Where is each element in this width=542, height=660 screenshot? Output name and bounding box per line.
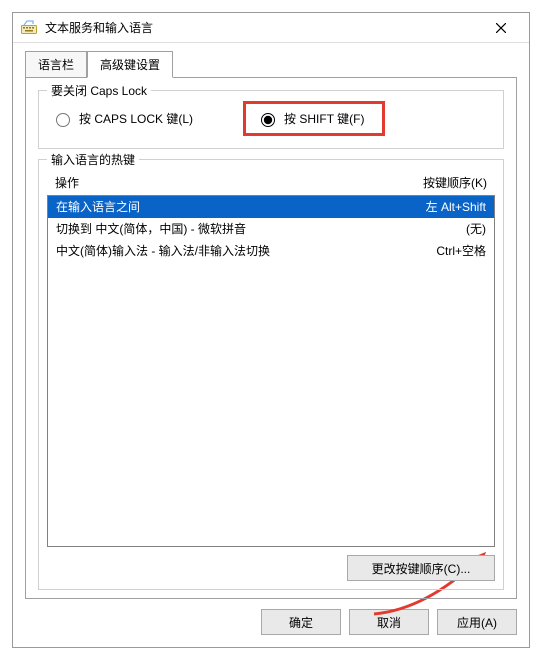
tab-advanced-keys[interactable]: 高级键设置 [87, 51, 173, 78]
cancel-button[interactable]: 取消 [349, 609, 429, 635]
radio-shift-input[interactable] [261, 113, 275, 127]
list-item[interactable]: 在输入语言之间 左 Alt+Shift [48, 196, 494, 218]
tab-panel-advanced: 要关闭 Caps Lock 按 CAPS LOCK 键(L) 按 SHIFT 键… [25, 77, 517, 599]
radio-capslock-label: 按 CAPS LOCK 键(L) [79, 110, 193, 127]
change-key-sequence-button[interactable]: 更改按键顺序(C)... [347, 555, 495, 581]
hotkey-listbox[interactable]: 在输入语言之间 左 Alt+Shift 切换到 中文(简体，中国) - 微软拼音… [47, 195, 495, 547]
apply-button[interactable]: 应用(A) [437, 609, 517, 635]
dialog-button-row: 确定 取消 应用(A) [13, 599, 529, 647]
change-seq-row: 更改按键顺序(C)... [47, 555, 495, 581]
close-button[interactable] [481, 13, 521, 42]
list-item-action: 中文(简体)输入法 - 输入法/非输入法切换 [56, 242, 396, 260]
radio-capslock-input[interactable] [56, 113, 70, 127]
col-header-action: 操作 [55, 174, 397, 191]
titlebar: 文本服务和输入语言 [13, 13, 529, 43]
radio-press-shift[interactable]: 按 SHIFT 键(F) [243, 101, 385, 136]
list-item[interactable]: 中文(简体)输入法 - 输入法/非输入法切换 Ctrl+空格 [48, 240, 494, 262]
keyboard-icon [21, 20, 37, 36]
list-item-keys: Ctrl+空格 [396, 242, 486, 260]
hotkey-list-header: 操作 按键顺序(K) [47, 170, 495, 195]
dialog-content: 语言栏 高级键设置 要关闭 Caps Lock 按 CAPS LOCK 键(L)… [13, 43, 529, 599]
capslock-radio-row: 按 CAPS LOCK 键(L) 按 SHIFT 键(F) [51, 101, 491, 136]
capslock-group-label: 要关闭 Caps Lock [47, 82, 151, 99]
hotkeys-group: 输入语言的热键 操作 按键顺序(K) 在输入语言之间 左 Alt+Shift 切… [38, 159, 504, 590]
list-item-action: 在输入语言之间 [56, 198, 396, 216]
list-item-action: 切换到 中文(简体，中国) - 微软拼音 [56, 220, 396, 238]
col-header-keys: 按键顺序(K) [397, 174, 487, 191]
list-item-keys: 左 Alt+Shift [396, 198, 486, 216]
radio-shift-label: 按 SHIFT 键(F) [284, 110, 364, 127]
hotkeys-group-label: 输入语言的热键 [47, 151, 139, 168]
ok-button[interactable]: 确定 [261, 609, 341, 635]
list-item[interactable]: 切换到 中文(简体，中国) - 微软拼音 (无) [48, 218, 494, 240]
tab-strip: 语言栏 高级键设置 [25, 53, 517, 77]
close-icon [496, 23, 506, 33]
window-title: 文本服务和输入语言 [45, 19, 481, 36]
dialog-window: 文本服务和输入语言 语言栏 高级键设置 要关闭 Caps Lock 按 CAPS… [12, 12, 530, 648]
radio-press-capslock[interactable]: 按 CAPS LOCK 键(L) [51, 110, 193, 127]
list-item-keys: (无) [396, 220, 486, 238]
tab-language-bar[interactable]: 语言栏 [25, 51, 87, 77]
capslock-group: 要关闭 Caps Lock 按 CAPS LOCK 键(L) 按 SHIFT 键… [38, 90, 504, 149]
